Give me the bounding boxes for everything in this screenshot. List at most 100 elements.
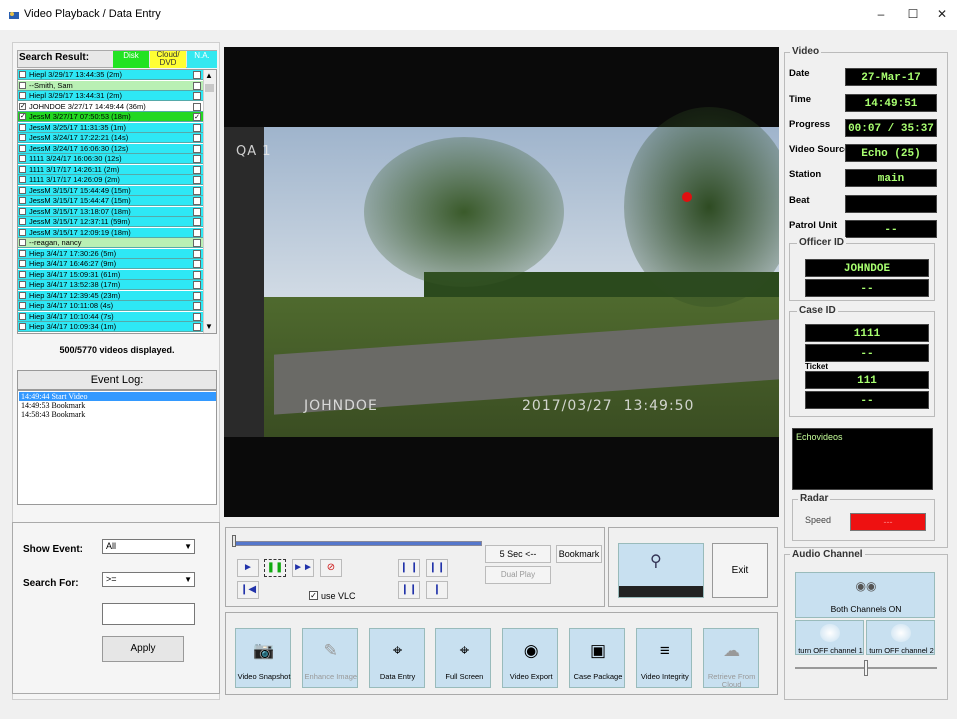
export-checkbox[interactable]	[193, 207, 201, 216]
select-checkbox[interactable]: ✓	[19, 102, 26, 110]
select-checkbox[interactable]	[19, 312, 26, 320]
step-back-icon[interactable]: ►	[237, 559, 259, 577]
both-channels-button[interactable]: ◉◉ Both Channels ON	[795, 572, 935, 618]
list-item[interactable]: 1111 3/17/17 14:26:09 (2m)	[18, 175, 206, 185]
close-button[interactable]: ✕	[927, 4, 957, 24]
export-checkbox[interactable]	[193, 239, 201, 247]
seek-thumb[interactable]	[232, 535, 236, 547]
export-checkbox[interactable]	[193, 123, 201, 132]
seek-bar[interactable]	[234, 541, 482, 546]
search-for-select[interactable]: >= ▼	[102, 572, 195, 587]
channel-1-button[interactable]: turn OFF channel 1	[795, 620, 864, 655]
video-integrity-button[interactable]: ≡ Video Integrity	[635, 628, 692, 688]
select-checkbox[interactable]	[19, 228, 26, 236]
export-checkbox[interactable]: ✓	[193, 113, 201, 121]
enhance-image-button[interactable]: ✎ Enhance Image	[301, 628, 358, 688]
list-item[interactable]: Hiep 3/4/17 10:11:08 (4s)	[18, 301, 206, 311]
select-checkbox[interactable]: ✓	[19, 113, 26, 120]
select-checkbox[interactable]	[19, 260, 26, 267]
export-checkbox[interactable]	[193, 323, 201, 331]
list-item[interactable]: ✓ JOHNDOE 3/27/17 14:49:44 (36m)	[18, 101, 206, 112]
video-list[interactable]: Hiepl 3/29/17 13:44:35 (2m) --Smith, Sam H…	[17, 69, 217, 334]
bookmark-button[interactable]: Bookmark	[556, 545, 602, 563]
list-item[interactable]: Hiep 3/4/17 13:52:38 (17m)	[18, 280, 206, 290]
export-checkbox[interactable]	[193, 134, 201, 142]
select-checkbox[interactable]	[19, 176, 26, 183]
select-checkbox[interactable]	[19, 186, 26, 194]
export-checkbox[interactable]	[193, 260, 201, 268]
select-checkbox[interactable]	[19, 165, 26, 173]
select-checkbox[interactable]	[19, 92, 26, 99]
exit-button[interactable]: Exit	[712, 543, 768, 598]
audio-balance-thumb[interactable]	[864, 660, 868, 676]
dual-play-button[interactable]: Dual Play	[485, 566, 551, 584]
frame-back-icon[interactable]: ❙ ❙	[398, 559, 420, 577]
select-checkbox[interactable]	[19, 239, 26, 246]
export-checkbox[interactable]	[193, 165, 201, 174]
export-checkbox[interactable]	[193, 281, 201, 289]
export-checkbox[interactable]	[193, 270, 201, 279]
list-item[interactable]: JessM 3/25/17 11:31:35 (1m)	[18, 122, 206, 133]
list-item[interactable]: Hiep 3/4/17 10:09:34 (1m)	[18, 322, 206, 332]
list-item[interactable]: JessM 3/15/17 12:37:11 (59m)	[18, 217, 206, 227]
mark-in-icon[interactable]: ❙❙	[398, 581, 420, 599]
list-item[interactable]: --reagan, nancy	[18, 238, 206, 248]
list-item[interactable]: JessM 3/15/17 13:18:07 (18m)	[18, 206, 206, 217]
event-log-entry[interactable]: 14:49:44 Start Video	[19, 392, 216, 401]
select-checkbox[interactable]	[19, 218, 26, 225]
select-checkbox[interactable]	[19, 155, 26, 162]
fast-forward-icon[interactable]: ►►	[292, 559, 314, 577]
list-item[interactable]: Hiep 3/4/17 12:39:45 (23m)	[18, 290, 206, 301]
use-vlc-checkbox[interactable]: ✓	[309, 591, 318, 600]
export-checkbox[interactable]	[193, 249, 201, 258]
list-item[interactable]: --Smith, Sam	[18, 80, 206, 91]
list-item[interactable]: JessM 3/15/17 15:44:49 (15m)	[18, 185, 206, 196]
video-player[interactable]: QA 1 JOHNDOE 2017/03/27 13:49:50	[224, 47, 779, 517]
list-item[interactable]: Hiep 3/4/17 15:09:31 (61m)	[18, 269, 206, 280]
list-item[interactable]: 1111 3/24/17 16:06:30 (12s)	[18, 154, 206, 164]
list-item[interactable]: Hiep 3/4/17 17:30:26 (5m)	[18, 248, 206, 259]
select-checkbox[interactable]	[19, 144, 26, 152]
scroll-up-icon[interactable]: ▲	[205, 71, 213, 80]
channel-2-button[interactable]: turn OFF channel 2	[866, 620, 935, 655]
rewind-start-icon[interactable]: ❙◀	[237, 581, 259, 599]
export-checkbox[interactable]	[193, 197, 201, 205]
five-sec-back-button[interactable]: 5 Sec <--	[485, 545, 551, 563]
minimize-button[interactable]: –	[866, 4, 896, 24]
list-item[interactable]: JessM 3/15/17 15:44:47 (15m)	[18, 196, 206, 206]
select-checkbox[interactable]	[19, 81, 26, 89]
export-checkbox[interactable]	[193, 102, 201, 111]
list-item[interactable]: Hiep 3/4/17 10:10:44 (7s)	[18, 311, 206, 322]
select-checkbox[interactable]	[19, 249, 26, 257]
export-checkbox[interactable]	[193, 71, 201, 79]
list-item[interactable]: Hiepl 3/29/17 13:44:35 (2m)	[18, 70, 206, 80]
select-checkbox[interactable]	[19, 197, 26, 204]
apply-button[interactable]: Apply	[102, 636, 184, 662]
video-export-button[interactable]: ◉ Video Export	[502, 628, 559, 688]
select-checkbox[interactable]	[19, 71, 26, 78]
event-log-entry[interactable]: 14:49:53 Bookmark	[19, 401, 216, 410]
full-screen-button[interactable]: ⌖ Full Screen	[435, 628, 492, 688]
select-checkbox[interactable]	[19, 207, 26, 215]
show-event-select[interactable]: All ▼	[102, 539, 195, 554]
export-checkbox[interactable]	[193, 155, 201, 163]
retrieve-from-cloud-button[interactable]: ☁ Retrieve From Cloud	[702, 628, 759, 689]
export-checkbox[interactable]	[193, 291, 201, 300]
list-item[interactable]: JessM 3/24/17 17:22:21 (14s)	[18, 133, 206, 143]
export-checkbox[interactable]	[193, 144, 201, 153]
select-checkbox[interactable]	[19, 291, 26, 299]
export-checkbox[interactable]	[193, 302, 201, 310]
select-checkbox[interactable]	[19, 302, 26, 309]
list-item[interactable]: JessM 3/15/17 12:09:19 (18m)	[18, 227, 206, 238]
search-text-input[interactable]	[102, 603, 195, 625]
export-checkbox[interactable]	[193, 81, 201, 90]
data-entry-button[interactable]: ⌖ Data Entry	[368, 628, 425, 688]
list-item[interactable]: Hiep 3/4/17 16:46:27 (9m)	[18, 259, 206, 269]
list-item[interactable]: 1111 3/17/17 14:26:11 (2m)	[18, 164, 206, 175]
export-checkbox[interactable]	[193, 228, 201, 237]
export-checkbox[interactable]	[193, 312, 201, 321]
list-item[interactable]: JessM 3/24/17 16:06:30 (12s)	[18, 143, 206, 154]
mute-icon[interactable]: ⊘	[320, 559, 342, 577]
scroll-down-icon[interactable]: ▼	[205, 322, 213, 331]
export-checkbox[interactable]	[193, 186, 201, 195]
